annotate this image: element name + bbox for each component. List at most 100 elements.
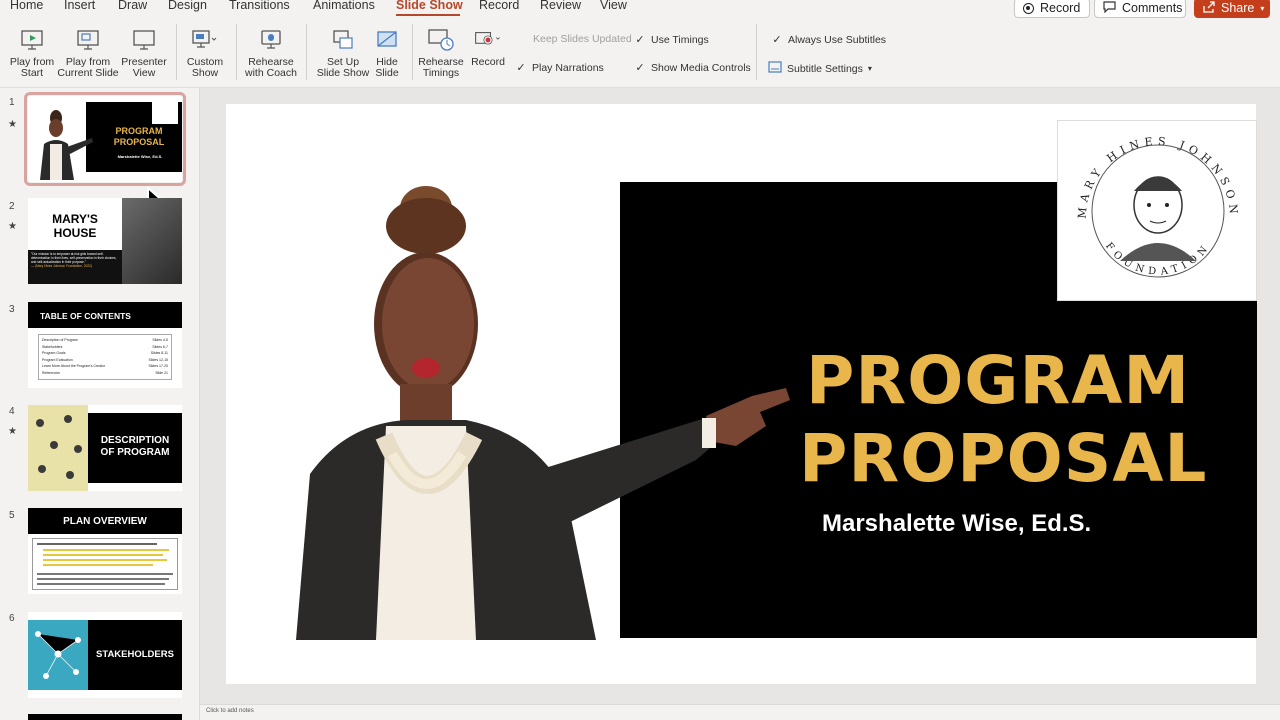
rehearse-timings-button[interactable]: Rehearse Timings [416, 26, 466, 79]
hide-slide-icon [373, 26, 401, 54]
thumb-title: DESCRIPTION OF PROGRAM [88, 413, 182, 483]
show-media-controls-checkbox[interactable]: ✓ Show Media Controls [634, 61, 751, 75]
thumb-title-line: DESCRIPTION [100, 435, 170, 446]
slide-thumbnail-1[interactable]: PROGRAM PROPOSAL Marshalette Wise, Ed.S. [24, 92, 186, 186]
keep-slides-updated-label: Keep Slides Updated [533, 33, 632, 45]
play-from-current-icon [74, 26, 102, 54]
slide-thumbnail-7-partial[interactable] [28, 714, 182, 720]
rehearse-with-coach-button[interactable]: Rehearse with Coach [242, 26, 300, 79]
thumb-body [32, 538, 178, 590]
checkmark-icon: ✓ [772, 34, 782, 46]
custom-show-icon [191, 26, 219, 54]
tab-view[interactable]: View [600, 0, 627, 12]
notes-hint: Click to add notes [206, 708, 254, 714]
record-slideshow-icon [474, 26, 502, 54]
slide-thumbnail-2[interactable]: MARY'S HOUSE "Our mission is to empower … [28, 198, 182, 284]
slide-thumbnail-3[interactable]: TABLE OF CONTENTS Description of Program… [28, 302, 182, 388]
toc-pages: Slide 21 [155, 370, 168, 375]
notes-pane[interactable]: Click to add notes [200, 704, 1280, 720]
setup-show-icon [329, 26, 357, 54]
slide-thumbnail-5[interactable]: PLAN OVERVIEW [28, 508, 182, 594]
slide-number: 6 [9, 613, 15, 624]
thumb-title-line: MARY'S [52, 212, 98, 226]
coach-icon [257, 26, 285, 54]
keep-slides-updated-checkbox: Keep Slides Updated [533, 33, 632, 45]
always-use-subtitles-label: Always Use Subtitles [788, 33, 887, 46]
chevron-down-icon: ▾ [867, 64, 872, 73]
presenter-name[interactable]: Marshalette Wise, Ed.S. [822, 510, 1091, 538]
slide-number: 2 [9, 201, 15, 212]
hide-slide-button[interactable]: Hide Slide [370, 26, 404, 79]
presenter-photo [266, 174, 826, 640]
tab-review[interactable]: Review [540, 0, 581, 12]
share-button[interactable]: Share ▾ [1194, 0, 1270, 18]
custom-show-button[interactable]: Custom Show [182, 26, 228, 79]
toc-row: References Slide 21 [42, 370, 168, 377]
tab-home[interactable]: Home [10, 0, 43, 12]
thumb-title-line: PROPOSAL [113, 137, 165, 147]
thumb-network-photo [28, 620, 88, 690]
ribbon-tab-bar: Home Insert Draw Design Transitions Anim… [0, 0, 1280, 18]
slide-editing-canvas[interactable]: PROGRAM PROPOSAL Marshalette Wise, Ed.S.… [200, 88, 1280, 704]
slide-number: 5 [9, 510, 15, 521]
toc-item: References [42, 370, 60, 375]
tab-insert[interactable]: Insert [64, 0, 95, 12]
tab-record[interactable]: Record [479, 0, 519, 12]
record-top-label: Record [1040, 1, 1081, 15]
tab-draw[interactable]: Draw [118, 0, 147, 12]
thumb-title-line: PROGRAM [115, 126, 163, 136]
use-timings-label: Use Timings [651, 33, 709, 46]
set-up-slide-show-button[interactable]: Set Up Slide Show [314, 26, 372, 79]
current-slide[interactable]: PROGRAM PROPOSAL Marshalette Wise, Ed.S.… [226, 104, 1257, 684]
slide-title-line-1[interactable]: PROGRAM [806, 342, 1190, 419]
rehearse-with-coach-label: Rehearse with Coach [245, 56, 297, 79]
record-dot-icon [1023, 2, 1034, 14]
thumb-toc-box: Description of Program Slides 4-5 Stakeho… [38, 334, 172, 380]
tab-design[interactable]: Design [168, 0, 207, 12]
subtitle-settings-dropdown[interactable]: Subtitle Settings ▾ [768, 61, 872, 76]
thumb-quote-attrib: — (Mary Hines Johnson Foundation, 2022) [31, 264, 92, 268]
record-ribbon-button[interactable]: Record [466, 26, 510, 68]
slide-show-ribbon: Play from Start Play from Current Slide … [0, 18, 1280, 88]
thumb-quote-box: "Our mission is to empower at-risk girls… [28, 250, 122, 284]
slide-number: 1 [9, 97, 15, 108]
presenter-view-button[interactable]: Presenter View [118, 26, 170, 79]
comments-button[interactable]: Comments [1094, 0, 1186, 18]
play-from-current-button[interactable]: Play from Current Slide [56, 26, 120, 79]
tab-transitions[interactable]: Transitions [229, 0, 290, 12]
animation-star-icon: ★ [8, 221, 17, 232]
tab-slide-show[interactable]: Slide Show [396, 0, 463, 12]
rehearse-timings-label: Rehearse Timings [418, 56, 464, 79]
ribbon-divider [412, 24, 413, 80]
show-media-controls-label: Show Media Controls [651, 61, 751, 74]
slide-number: 3 [9, 304, 15, 315]
record-ribbon-label: Record [471, 56, 505, 68]
play-narrations-checkbox[interactable]: ✓ Play Narrations [515, 61, 604, 75]
thumb-subtitle: Marshalette Wise, Ed.S. [117, 154, 163, 159]
play-from-current-label: Play from Current Slide [57, 56, 119, 79]
presenter-view-icon [130, 26, 158, 54]
thumb-title: TABLE OF CONTENTS [28, 302, 182, 328]
thumb-photo [122, 198, 182, 284]
checkmark-icon: ✓ [635, 34, 645, 46]
thumb-chairs-photo [28, 405, 88, 491]
play-from-start-label: Play from Start [9, 56, 55, 79]
subtitle-settings-label: Subtitle Settings [787, 62, 863, 75]
checkmark-icon: ✓ [635, 62, 645, 74]
always-use-subtitles-checkbox[interactable]: ✓ Always Use Subtitles [771, 33, 887, 47]
slide-thumbnail-6[interactable]: STAKEHOLDERS [28, 612, 182, 698]
rehearse-timings-icon [427, 26, 455, 54]
slide-title-line-2[interactable]: PROPOSAL [799, 420, 1207, 497]
use-timings-checkbox[interactable]: ✓ Use Timings [634, 33, 709, 47]
presenter-view-label: Presenter View [121, 56, 167, 79]
custom-show-label: Custom Show [186, 56, 224, 79]
tab-animations[interactable]: Animations [313, 0, 375, 12]
thumb-title: STAKEHOLDERS [88, 620, 182, 690]
slide-thumbnails-panel[interactable]: 1 ★ PROGRAM PROPOSAL Marshalette Wise, E… [0, 88, 200, 720]
thumb-logo [152, 100, 178, 124]
slide-thumbnail-4[interactable]: DESCRIPTION OF PROGRAM [28, 405, 182, 491]
play-from-start-button[interactable]: Play from Start [6, 26, 58, 79]
record-top-button[interactable]: Record [1014, 0, 1090, 18]
play-narrations-label: Play Narrations [532, 61, 604, 74]
chevron-down-icon: ▾ [1260, 3, 1265, 13]
